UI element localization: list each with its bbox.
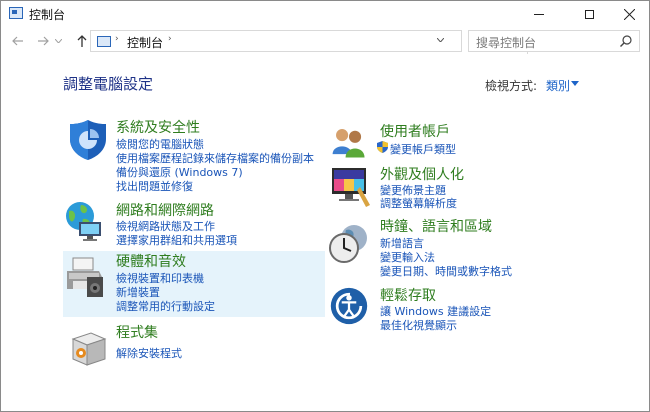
breadcrumb-separator[interactable]: ›: [115, 34, 119, 44]
arrow-right-icon: [38, 36, 49, 46]
chevron-down-icon: [571, 81, 579, 86]
control-panel-icon: [97, 36, 111, 47]
link-troubleshoot[interactable]: 找出問題並修復: [116, 178, 193, 194]
window-title: 控制台: [29, 8, 66, 22]
network-globe-icon[interactable]: [63, 199, 107, 243]
category-title[interactable]: 使用者帳戶: [380, 121, 450, 141]
uac-shield-icon: [377, 141, 388, 153]
category-network: 網路和網際網路 檢視網路狀態及工作 選擇家用群組和共用選項: [63, 199, 325, 247]
address-bar[interactable]: › 控制台 ›: [90, 30, 545, 54]
control-panel-window: 控制台 › 控制台 › 搜尋控制台 調整電腦設定 檢視方式: 類別 系統及安全性…: [0, 0, 650, 412]
category-hardware-sound[interactable]: 硬體和音效 檢視裝置和印表機 新增裝置 調整常用的行動設定: [63, 251, 325, 317]
navigation-bar: › 控制台 › 搜尋控制台: [1, 29, 649, 55]
search-placeholder: 搜尋控制台: [476, 36, 537, 50]
category-clock-language-region: 時鐘、語言和區域 新增語言 變更輸入法 變更日期、時間或數字格式: [327, 216, 627, 280]
category-title[interactable]: 輕鬆存取: [380, 285, 436, 305]
arrow-up-icon: [77, 35, 87, 47]
maximize-button[interactable]: [567, 1, 611, 27]
chevron-down-icon: [54, 39, 62, 43]
page-title: 調整電腦設定: [63, 75, 154, 93]
link-change-date-time-format[interactable]: 變更日期、時間或數字格式: [380, 263, 512, 279]
ease-of-access-icon[interactable]: [329, 286, 369, 326]
maximize-icon: [584, 9, 594, 19]
category-title[interactable]: 網路和網際網路: [116, 200, 214, 220]
forward-button[interactable]: [34, 32, 52, 50]
category-system-security: 系統及安全性 檢閱您的電腦狀態 使用檔案歷程記錄來儲存檔案的備份副本 備份與還原…: [63, 117, 325, 195]
category-title[interactable]: 系統及安全性: [116, 117, 200, 137]
link-mobility-settings[interactable]: 調整常用的行動設定: [116, 298, 215, 314]
minimize-button[interactable]: [517, 1, 561, 27]
address-dropdown-button[interactable]: [436, 35, 445, 44]
link-screen-resolution[interactable]: 調整螢幕解析度: [380, 195, 457, 211]
category-ease-of-access: 輕鬆存取 讓 Windows 建議設定 最佳化視覺顯示: [327, 284, 627, 332]
control-panel-app-icon: [9, 7, 23, 19]
shield-icon[interactable]: [66, 117, 110, 161]
monitor-palette-icon[interactable]: [330, 165, 374, 209]
link-optimize-visual-display[interactable]: 最佳化視覺顯示: [380, 317, 457, 333]
category-title[interactable]: 硬體和音效: [116, 251, 186, 271]
view-by-dropdown-caret[interactable]: [571, 79, 579, 88]
chevron-down-icon: [436, 37, 445, 43]
view-by-label: 檢視方式:: [485, 79, 538, 93]
category-programs: 程式集 解除安裝程式: [63, 321, 325, 366]
up-button[interactable]: [73, 32, 91, 50]
category-title[interactable]: 程式集: [116, 322, 158, 342]
close-icon: [623, 8, 635, 20]
link-uninstall-program[interactable]: 解除安裝程式: [116, 345, 182, 361]
search-input[interactable]: 搜尋控制台: [468, 30, 640, 52]
users-icon[interactable]: [330, 123, 368, 161]
breadcrumb-control-panel[interactable]: 控制台: [127, 34, 163, 51]
category-title[interactable]: 外觀及個人化: [380, 164, 464, 184]
link-homegroup[interactable]: 選擇家用群組和共用選項: [116, 232, 237, 248]
close-button[interactable]: [607, 1, 650, 27]
recent-locations-button[interactable]: [53, 32, 63, 50]
back-button[interactable]: [9, 32, 27, 50]
arrow-left-icon: [12, 36, 23, 46]
minimize-icon: [534, 13, 544, 15]
category-appearance: 外觀及個人化 變更佈景主題 調整螢幕解析度: [327, 163, 627, 211]
title-bar: 控制台: [1, 1, 649, 27]
search-icon[interactable]: [619, 34, 633, 48]
breadcrumb-separator[interactable]: ›: [168, 34, 172, 44]
view-by-dropdown[interactable]: 類別: [546, 77, 570, 94]
programs-box-icon[interactable]: [67, 325, 111, 369]
printer-icon[interactable]: [63, 255, 107, 299]
clock-globe-icon[interactable]: [328, 222, 372, 266]
category-title[interactable]: 時鐘、語言和區域: [380, 216, 492, 236]
category-user-accounts: 使用者帳戶 變更帳戶類型: [327, 121, 627, 158]
link-change-account-type[interactable]: 變更帳戶類型: [390, 141, 456, 157]
